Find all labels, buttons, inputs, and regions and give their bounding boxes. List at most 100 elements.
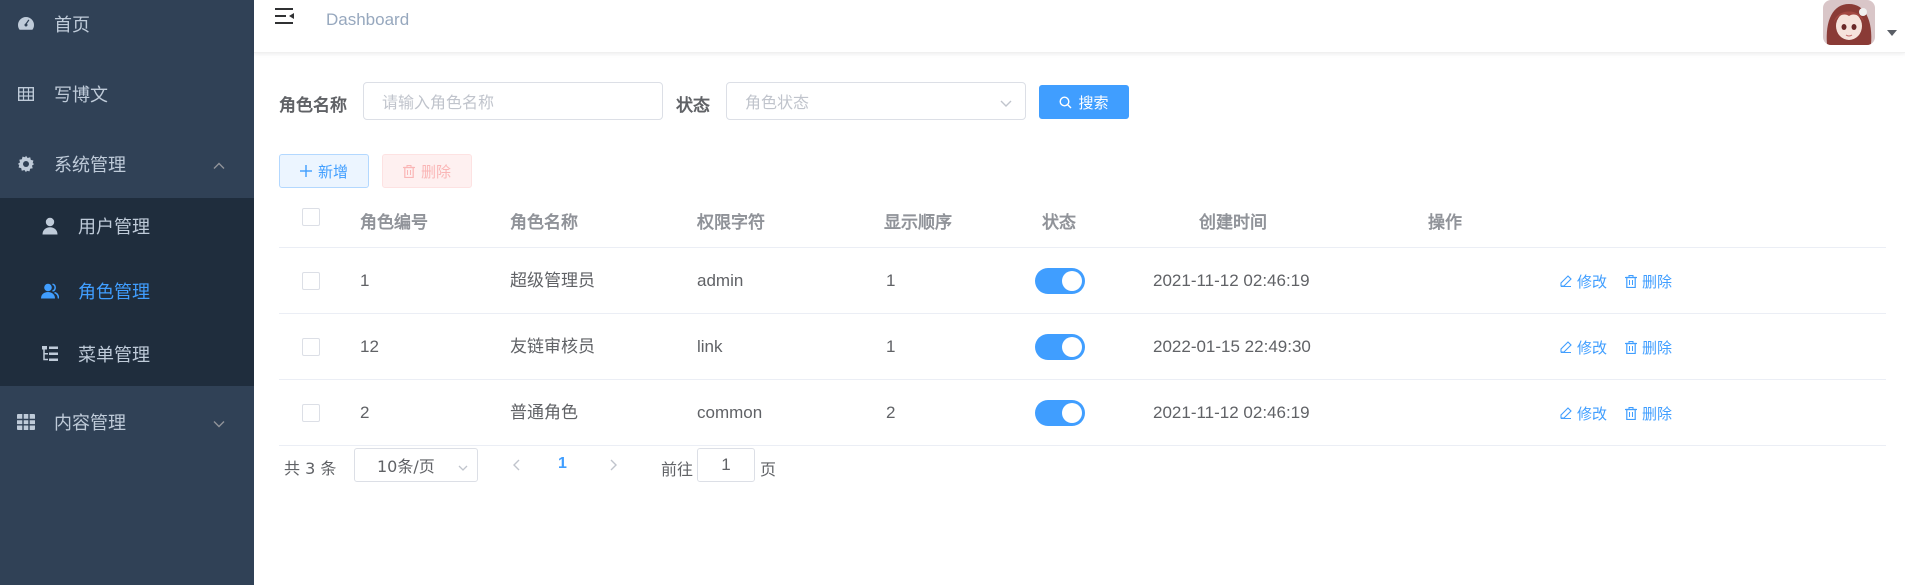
tree-table-icon xyxy=(40,344,60,364)
sidebar-item-home[interactable]: 首页 xyxy=(0,0,254,55)
sidebar-item-label: 系统管理 xyxy=(54,155,126,176)
cell-role-id: 1 xyxy=(360,271,370,290)
switch-knob xyxy=(1062,403,1082,423)
trash-icon xyxy=(1625,340,1637,354)
page-jump-input[interactable]: 1 xyxy=(697,448,755,482)
delete-button[interactable]: 删除 xyxy=(382,154,472,188)
th-sort[interactable]: 显示顺序 xyxy=(884,198,952,248)
th-role-name[interactable]: 角色名称 xyxy=(510,198,578,248)
edit-icon xyxy=(1560,407,1572,419)
goto-suffix: 页 xyxy=(760,460,777,479)
switch-knob xyxy=(1062,271,1082,291)
sidebar-item-label: 内容管理 xyxy=(54,413,126,434)
system-submenu: 用户管理 角色管理 菜单管理 xyxy=(0,198,254,386)
role-name-placeholder: 请输入角色名称 xyxy=(382,93,495,112)
sidebar-item-roles[interactable]: 角色管理 xyxy=(0,260,254,322)
chevron-down-icon xyxy=(457,459,469,478)
chevron-down-icon xyxy=(212,415,226,429)
status-switch[interactable] xyxy=(1035,268,1085,294)
row-delete-button[interactable]: 删除 xyxy=(1625,248,1672,314)
table-row: 12 友链审核员 link 1 2022-01-15 22:49:30 修改 删… xyxy=(279,314,1886,380)
chevron-right-icon xyxy=(610,459,617,471)
cell-role-key: link xyxy=(697,337,723,356)
sidebar-item-label: 菜单管理 xyxy=(78,345,150,366)
goto-prefix: 前往 xyxy=(661,460,694,479)
trash-icon xyxy=(1625,406,1637,420)
hamburger-icon[interactable] xyxy=(274,6,296,28)
status-switch[interactable] xyxy=(1035,400,1085,426)
edit-icon xyxy=(1560,275,1572,287)
edit-button[interactable]: 修改 xyxy=(1560,248,1607,314)
sidebar-item-menus[interactable]: 菜单管理 xyxy=(0,323,254,385)
page-number-1[interactable]: 1 xyxy=(558,455,567,473)
page-size-select[interactable]: 10条/页 xyxy=(354,448,478,482)
role-name-label: 角色名称 xyxy=(279,96,347,116)
th-created[interactable]: 创建时间 xyxy=(1199,198,1267,248)
trash-icon xyxy=(402,164,415,178)
row-checkbox[interactable] xyxy=(302,404,320,422)
gear-icon xyxy=(16,154,36,174)
role-name-input[interactable]: 请输入角色名称 xyxy=(363,82,663,120)
table-row: 2 普通角色 common 2 2021-11-12 02:46:19 修改 删… xyxy=(279,380,1886,446)
cell-role-key: common xyxy=(697,403,763,422)
table-row: 1 超级管理员 admin 1 2021-11-12 02:46:19 修改 删… xyxy=(279,248,1886,314)
peoples-icon xyxy=(40,281,60,301)
cell-sort: 1 xyxy=(886,337,896,356)
cell-sort: 2 xyxy=(886,403,896,422)
status-placeholder: 角色状态 xyxy=(745,93,810,112)
dashboard-icon xyxy=(16,14,36,34)
user-icon xyxy=(40,216,60,236)
cell-role-id: 2 xyxy=(360,403,370,422)
row-checkbox[interactable] xyxy=(302,272,320,290)
sidebar-item-write-blog[interactable]: 写博文 xyxy=(0,63,254,125)
sidebar-item-label: 用户管理 xyxy=(78,217,150,238)
cell-role-name: 友链审核员 xyxy=(510,337,595,357)
table-icon xyxy=(16,84,36,104)
status-label: 状态 xyxy=(676,96,710,116)
th-role-key[interactable]: 权限字符 xyxy=(697,198,765,248)
plus-icon xyxy=(299,165,312,177)
next-page-button[interactable] xyxy=(598,450,628,480)
switch-knob xyxy=(1062,337,1082,357)
edit-button[interactable]: 修改 xyxy=(1560,380,1607,446)
search-button[interactable]: 搜索 xyxy=(1039,85,1129,119)
chevron-left-icon xyxy=(513,459,520,471)
sidebar-item-content[interactable]: 内容管理 xyxy=(0,391,254,453)
avatar[interactable] xyxy=(1823,0,1875,45)
search-icon xyxy=(1059,95,1072,109)
trash-icon xyxy=(1625,274,1637,288)
edit-button[interactable]: 修改 xyxy=(1560,314,1607,380)
grid-icon xyxy=(16,412,36,432)
row-checkbox[interactable] xyxy=(302,338,320,356)
cell-role-name: 超级管理员 xyxy=(510,271,595,291)
navbar: Dashboard xyxy=(254,0,1905,53)
cell-created: 2021-11-12 02:46:19 xyxy=(1153,403,1310,422)
status-switch[interactable] xyxy=(1035,334,1085,360)
select-all-checkbox[interactable] xyxy=(302,208,320,226)
row-delete-button[interactable]: 删除 xyxy=(1625,380,1672,446)
cell-created: 2022-01-15 22:49:30 xyxy=(1153,337,1311,356)
table-header: 角色编号 角色名称 权限字符 显示顺序 状态 创建时间 操作 xyxy=(279,198,1886,248)
pagination-total: 共 3 条 xyxy=(284,459,337,478)
chevron-down-icon xyxy=(999,95,1013,109)
prev-page-button[interactable] xyxy=(502,450,532,480)
sidebar-item-label: 首页 xyxy=(54,15,90,36)
sidebar-item-system[interactable]: 系统管理 xyxy=(0,133,254,195)
cell-sort: 1 xyxy=(886,271,896,290)
edit-icon xyxy=(1560,341,1572,353)
add-button[interactable]: 新增 xyxy=(279,154,369,188)
row-delete-button[interactable]: 删除 xyxy=(1625,314,1672,380)
breadcrumb[interactable]: Dashboard xyxy=(326,10,409,30)
th-status[interactable]: 状态 xyxy=(1042,198,1076,248)
cell-role-key: admin xyxy=(697,271,744,290)
cell-created: 2021-11-12 02:46:19 xyxy=(1153,271,1310,290)
cell-role-name: 普通角色 xyxy=(510,403,578,423)
th-actions: 操作 xyxy=(1428,213,1462,233)
status-select[interactable]: 角色状态 xyxy=(726,82,1026,120)
th-role-id[interactable]: 角色编号 xyxy=(360,198,428,248)
sidebar-item-label: 角色管理 xyxy=(78,282,150,303)
sidebar: 首页 写博文 系统管理 用户管理 角色管理 菜单管理 内容管理 xyxy=(0,0,254,585)
sidebar-item-label: 写博文 xyxy=(54,85,108,106)
sidebar-item-users[interactable]: 用户管理 xyxy=(0,195,254,257)
caret-down-icon[interactable] xyxy=(1887,30,1897,36)
